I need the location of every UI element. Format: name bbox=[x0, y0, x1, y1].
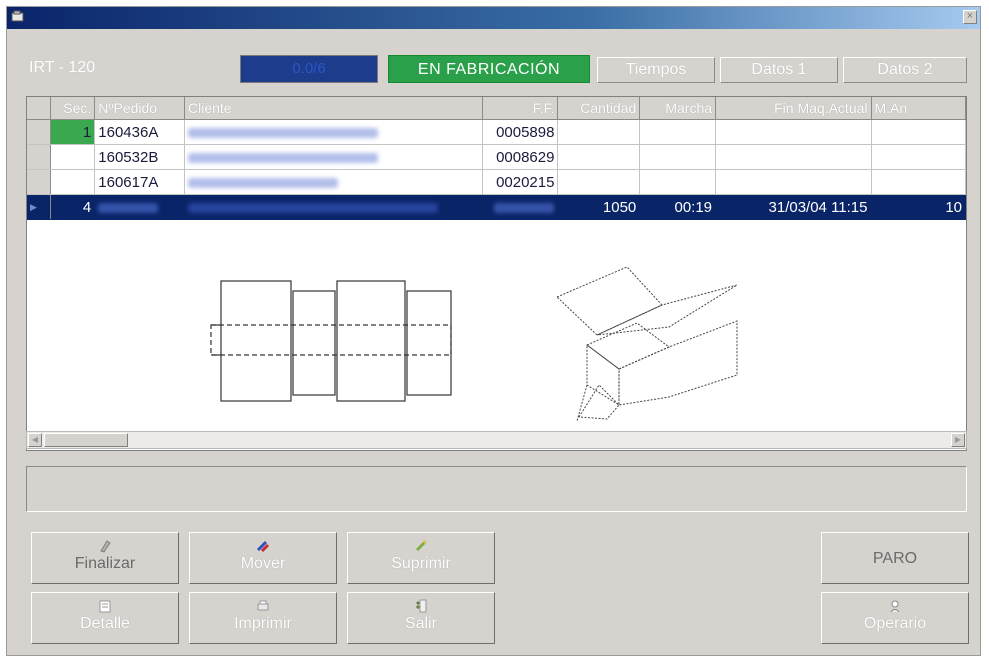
row-selector-icon[interactable]: ▶ bbox=[27, 194, 52, 220]
cell-marcha bbox=[639, 144, 717, 170]
cell-cantidad bbox=[557, 119, 641, 145]
title-bar: × bbox=[7, 7, 980, 29]
col-header-ff[interactable]: F.F. bbox=[482, 97, 559, 120]
finalizar-label: Finalizar bbox=[74, 555, 136, 572]
cell-cantidad: 1050 bbox=[557, 194, 641, 220]
col-header-fin-maq[interactable]: Fin Maq.Actual bbox=[715, 97, 872, 120]
table-row-selected[interactable]: ▶ 4 1050 00:19 31/03/04 11:15 10 bbox=[27, 194, 966, 220]
cell-pedido: 160436A bbox=[94, 119, 186, 145]
cell-pedido: 160532B bbox=[94, 144, 186, 170]
tab-datos-2[interactable]: Datos 2 bbox=[843, 57, 967, 83]
box-3d-diagram bbox=[556, 266, 738, 422]
detalle-label: Detalle bbox=[80, 615, 130, 632]
cell-ff: 0005898 bbox=[482, 119, 559, 145]
machine-label: IRT - 120 bbox=[29, 59, 96, 76]
finalizar-icon bbox=[100, 540, 111, 553]
cell-ff bbox=[482, 194, 559, 220]
cell-sec bbox=[50, 144, 96, 170]
table-row[interactable]: 1 160436A 0005898 bbox=[27, 119, 966, 145]
cell-m-an bbox=[871, 144, 966, 170]
cell-cantidad bbox=[557, 144, 641, 170]
operario-button[interactable]: Operario bbox=[821, 592, 969, 644]
tab-datos-1[interactable]: Datos 1 bbox=[720, 57, 838, 83]
mover-icon bbox=[256, 540, 270, 553]
cell-cliente bbox=[184, 169, 483, 195]
cell-cliente bbox=[184, 119, 483, 145]
cell-cliente bbox=[184, 194, 483, 220]
operario-icon bbox=[890, 600, 900, 613]
scroll-thumb[interactable] bbox=[44, 433, 128, 447]
progress-indicator: 0.0/6 bbox=[240, 55, 378, 83]
table-row[interactable]: 160617A 0020215 bbox=[27, 169, 966, 195]
tab-tiempos[interactable]: Tiempos bbox=[597, 57, 715, 83]
cell-marcha: 00:19 bbox=[639, 194, 717, 220]
close-icon[interactable]: × bbox=[963, 10, 977, 24]
orders-grid[interactable]: Sec. NºPedido Cliente F.F. Cantidad Marc… bbox=[26, 96, 967, 451]
scroll-right-icon[interactable]: ▶ bbox=[951, 433, 965, 447]
imprimir-icon bbox=[257, 600, 269, 611]
box-diagrams bbox=[210, 266, 738, 422]
mover-label: Mover bbox=[240, 555, 286, 572]
paro-button[interactable]: PARO bbox=[821, 532, 969, 584]
cell-marcha bbox=[639, 119, 717, 145]
col-header-m-an[interactable]: M.An bbox=[871, 97, 966, 120]
col-header-cantidad[interactable]: Cantidad bbox=[557, 97, 641, 120]
scroll-left-icon[interactable]: ◀ bbox=[28, 433, 42, 447]
status-badge: EN FABRICACIÓN bbox=[388, 55, 590, 83]
salir-button[interactable]: Salir bbox=[347, 592, 495, 644]
cell-fin-maq bbox=[715, 119, 872, 145]
cell-fin-maq bbox=[715, 169, 872, 195]
cell-sec bbox=[50, 169, 96, 195]
suprimir-label: Suprimir bbox=[391, 555, 451, 572]
message-bar bbox=[26, 466, 967, 512]
imprimir-button[interactable]: Imprimir bbox=[189, 592, 337, 644]
row-header[interactable] bbox=[27, 144, 52, 170]
detalle-button[interactable]: Detalle bbox=[31, 592, 179, 644]
cell-m-an: 10 bbox=[871, 194, 966, 220]
cell-pedido: 160617A bbox=[94, 169, 186, 195]
col-header-cliente[interactable]: Cliente bbox=[184, 97, 483, 120]
app-icon bbox=[11, 10, 24, 22]
cell-m-an bbox=[871, 169, 966, 195]
grid-header-row: Sec. NºPedido Cliente F.F. Cantidad Marc… bbox=[27, 97, 966, 120]
cell-cantidad bbox=[557, 169, 641, 195]
row-header-corner bbox=[27, 97, 52, 120]
flat-blank-diagram bbox=[210, 280, 452, 402]
col-header-pedido[interactable]: NºPedido bbox=[94, 97, 186, 120]
cell-ff: 0008629 bbox=[482, 144, 559, 170]
cell-pedido bbox=[94, 194, 186, 220]
col-header-marcha[interactable]: Marcha bbox=[639, 97, 717, 120]
cell-cliente bbox=[184, 144, 483, 170]
paro-label: PARO bbox=[872, 550, 918, 567]
suprimir-icon bbox=[415, 539, 428, 552]
table-row[interactable]: 160532B 0008629 bbox=[27, 144, 966, 170]
salir-icon bbox=[416, 599, 427, 613]
salir-label: Salir bbox=[404, 615, 437, 632]
cell-sec: 1 bbox=[50, 119, 96, 145]
operario-label: Operario bbox=[863, 615, 927, 632]
suprimir-button[interactable]: Suprimir bbox=[347, 532, 495, 584]
orders-table: Sec. NºPedido Cliente F.F. Cantidad Marc… bbox=[27, 97, 966, 220]
cell-sec: 4 bbox=[50, 194, 96, 220]
detalle-icon bbox=[99, 600, 111, 613]
cell-fin-maq: 31/03/04 11:15 bbox=[715, 194, 872, 220]
cell-fin-maq bbox=[715, 144, 872, 170]
cell-marcha bbox=[639, 169, 717, 195]
col-header-sec[interactable]: Sec. bbox=[50, 97, 96, 120]
horizontal-scrollbar[interactable]: ◀ ▶ bbox=[26, 431, 967, 449]
imprimir-label: Imprimir bbox=[234, 615, 292, 632]
row-header[interactable] bbox=[27, 169, 52, 195]
row-header[interactable] bbox=[27, 119, 52, 145]
finalizar-button[interactable]: Finalizar bbox=[31, 532, 179, 584]
mover-button[interactable]: Mover bbox=[189, 532, 337, 584]
cell-m-an bbox=[871, 119, 966, 145]
cell-ff: 0020215 bbox=[482, 169, 559, 195]
